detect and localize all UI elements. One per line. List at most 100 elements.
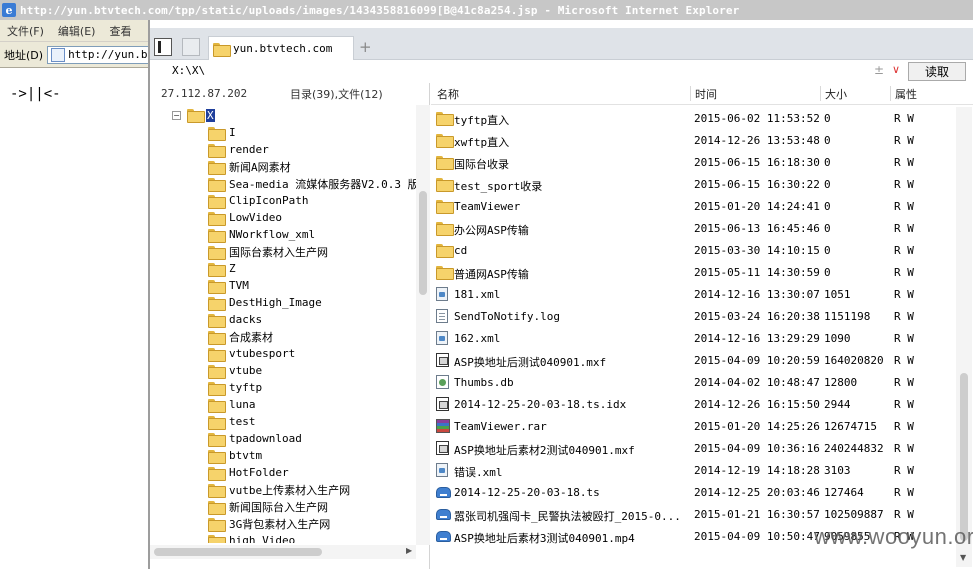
tree-item[interactable]: NWorkflow_xml (208, 226, 315, 243)
file-row[interactable]: ASP换地址后测试040901.mxf 2015-04-09 10:20:59 16… (431, 349, 955, 371)
file-attr: R W (894, 288, 914, 301)
tree-item[interactable]: 国际台素材入生产网 (208, 243, 328, 260)
file-row[interactable]: 国际台收录 2015-06-15 16:18:30 0 R W (431, 151, 955, 173)
column-size[interactable]: 大小 (825, 86, 847, 102)
file-row[interactable]: 2014-12-25-20-03-18.ts.idx 2014-12-26 16:… (431, 393, 955, 415)
read-button[interactable]: 读取 (908, 62, 966, 81)
file-row[interactable]: 嚣张司机强闯卡_民警执法被殴打_2015-0... 2015-01-21 16:3… (431, 503, 955, 525)
file-name: tyftp直入 (454, 114, 510, 127)
tree-item[interactable]: LowVideo (208, 209, 282, 226)
column-divider[interactable] (890, 86, 891, 101)
folder-icon (208, 330, 226, 345)
tree-item[interactable]: vtube (208, 362, 262, 379)
ie-page-content: ->||<- (0, 68, 148, 569)
file-time: 2015-06-13 16:45:46 (694, 222, 820, 235)
folder-icon (208, 449, 226, 464)
file-row[interactable]: 162.xml 2014-12-16 13:29:29 1090 R W (431, 327, 955, 349)
file-time: 2014-12-16 13:30:07 (694, 288, 820, 301)
tree-item-label: I (229, 126, 236, 139)
tree-item[interactable]: dacks (208, 311, 262, 328)
scroll-thumb[interactable] (960, 373, 968, 541)
file-row[interactable]: xwftp直入 2014-12-26 13:53:48 0 R W (431, 129, 955, 151)
tree-item[interactable]: DestHigh_Image (208, 294, 322, 311)
folder-icon (208, 228, 226, 243)
file-row[interactable]: test_sport收录 2015-06-15 16:30:22 0 R W (431, 173, 955, 195)
page-text: ->||<- (10, 86, 61, 102)
xml-icon (436, 287, 448, 301)
tree-item-label: btvtm (229, 449, 263, 462)
tree-vertical-scrollbar[interactable] (416, 105, 430, 545)
folder-icon (208, 126, 226, 141)
tree-item[interactable]: Z (208, 260, 236, 277)
file-size: 0 (824, 200, 831, 213)
file-row[interactable]: ASP换地址后素材2测试040901.mxf 2015-04-09 10:36:1… (431, 437, 955, 459)
file-row[interactable]: SendToNotify.log 2015-03-24 16:20:38 11511… (431, 305, 955, 327)
tree-item[interactable]: vutbe上传素材入生产网 (208, 481, 350, 498)
chevron-down-icon[interactable]: ∨ (892, 63, 900, 76)
collapse-icon[interactable]: − (172, 110, 181, 120)
tree-item[interactable]: luna (208, 396, 256, 413)
tree-item[interactable]: 3G背包素材入生产网 (208, 515, 330, 532)
tree-item-label: LowVideo (229, 211, 282, 224)
tree-item[interactable]: high_Video (208, 532, 295, 543)
file-row[interactable]: 181.xml 2014-12-16 13:30:07 1051 R W (431, 283, 955, 305)
new-tab-button[interactable]: + (359, 38, 372, 56)
tree-item-label: 合成素材 (229, 330, 273, 344)
tree-item[interactable]: vtubesport (208, 345, 295, 362)
file-row[interactable]: cd 2015-03-30 14:10:15 0 R W (431, 239, 955, 261)
menu-edit[interactable]: 编辑(E) (51, 23, 103, 39)
path-input[interactable]: X:\X\ (172, 64, 912, 80)
file-name: ASP换地址后素材3测试040901.mp4 (454, 532, 635, 545)
ie-menubar: 文件(F) 编辑(E) 查看 (0, 20, 150, 42)
folder-icon (208, 347, 226, 362)
tree-item-label: dacks (229, 313, 263, 326)
file-attr: R W (894, 354, 914, 367)
tree-item[interactable]: HotFolder (208, 464, 289, 481)
tree-item[interactable]: render (208, 141, 269, 158)
menu-view[interactable]: 查看 (102, 23, 138, 39)
column-time[interactable]: 时间 (695, 86, 717, 102)
file-name: 国际台收录 (454, 158, 509, 171)
tree-item[interactable]: 新闻国际台入生产网 (208, 498, 328, 515)
file-row[interactable]: 2014-12-25-20-03-18.ts 2014-12-25 20:03:4… (431, 481, 955, 503)
tab-list-icon[interactable] (182, 38, 200, 56)
plus-minus-icon[interactable]: ± (874, 63, 884, 77)
tree-item-label: tpadownload (229, 432, 302, 445)
tree-root[interactable]: − X (172, 107, 215, 123)
column-name[interactable]: 名称 (437, 86, 459, 102)
column-divider[interactable] (690, 86, 691, 101)
tab-site[interactable]: yun.btvtech.com (208, 36, 354, 60)
file-row[interactable]: TeamViewer 2015-01-20 14:24:41 0 R W (431, 195, 955, 217)
file-list-vertical-scrollbar[interactable]: ▼ (956, 107, 972, 567)
tree-item[interactable]: btvtm (208, 447, 262, 464)
scroll-right-icon[interactable]: ▶ (406, 546, 412, 555)
tree-item[interactable]: tyftp (208, 379, 262, 396)
tree-item[interactable]: I (208, 124, 236, 141)
file-row[interactable]: Thumbs.db 2014-04-02 10:48:47 12800 R W (431, 371, 955, 393)
column-attr[interactable]: 属性 (895, 86, 917, 102)
tree-item[interactable]: TVM (208, 277, 249, 294)
file-row[interactable]: tyftp直入 2015-06-02 11:53:52 0 R W (431, 107, 955, 129)
scroll-thumb[interactable] (154, 548, 322, 556)
column-divider[interactable] (820, 86, 821, 101)
file-name: ASP换地址后测试040901.mxf (454, 356, 607, 369)
folder-icon (436, 156, 454, 170)
file-row[interactable]: 普通网ASP传输 2015-05-11 14:30:59 0 R W (431, 261, 955, 283)
scroll-thumb[interactable] (419, 191, 427, 295)
tree-horizontal-scrollbar[interactable]: ▶ (150, 545, 416, 559)
tree-item[interactable]: 合成素材 (208, 328, 273, 345)
tree-item-label: DestHigh_Image (229, 296, 322, 309)
file-row[interactable]: 办公网ASP传输 2015-06-13 16:45:46 0 R W (431, 217, 955, 239)
tree-item[interactable]: ClipIconPath (208, 192, 308, 209)
tree-item[interactable]: 新闻A网素材 (208, 158, 291, 175)
sidebar-toggle-icon[interactable] (154, 38, 172, 56)
tree-item[interactable]: tpadownload (208, 430, 302, 447)
tree-item[interactable]: Sea-media 流媒体服务器V2.0.3 版 (208, 175, 416, 192)
address-input[interactable]: http://yun.b (47, 45, 150, 64)
scroll-down-icon[interactable]: ▼ (960, 553, 966, 562)
file-row[interactable]: 错误.xml 2014-12-19 14:18:28 3103 R W (431, 459, 955, 481)
menu-file[interactable]: 文件(F) (0, 23, 51, 39)
file-time: 2015-05-11 14:30:59 (694, 266, 820, 279)
file-row[interactable]: TeamViewer.rar 2015-01-20 14:25:26 1267471… (431, 415, 955, 437)
tree-item[interactable]: test (208, 413, 256, 430)
